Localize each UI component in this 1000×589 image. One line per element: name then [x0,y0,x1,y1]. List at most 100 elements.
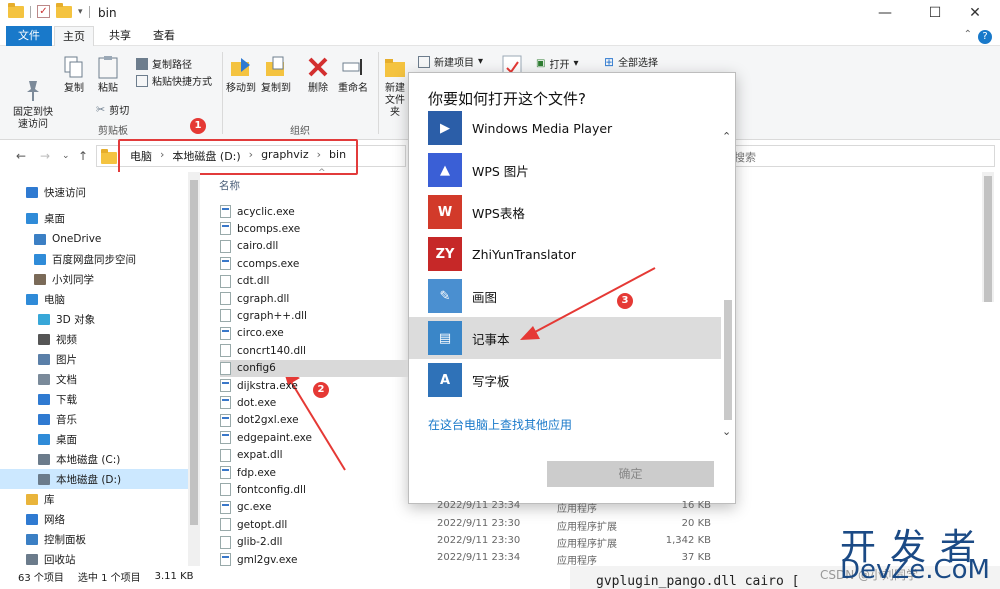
dll-file-icon [220,309,231,323]
selection-count: 选中 1 个项目 [77,572,141,584]
file-row[interactable]: concrt140.dll [220,342,306,359]
new-folder-icon[interactable] [56,2,72,18]
file-row[interactable]: getopt.dll [220,516,287,533]
group-separator [378,52,379,134]
properties-icon[interactable]: ✓ [37,5,50,18]
file-row[interactable]: glib-2.dll [220,534,282,551]
copy-to-button[interactable]: 复制到 [260,54,292,95]
file-row[interactable]: circo.exe [220,325,284,342]
file-row[interactable]: dot2gxl.exe [220,412,299,429]
file-row[interactable]: gml2gv.exe [220,551,298,568]
app-option[interactable]: ZY ZhiYunTranslator [409,233,721,275]
item-count: 63 个项目 [18,572,64,584]
nav-item[interactable]: 回收站 [0,549,188,569]
file-row[interactable]: acyclic.exe [220,203,295,220]
tab-home[interactable]: 主页 [54,26,94,46]
copy-path-button[interactable]: 复制路径 [136,56,192,71]
app-name: 画图 [472,289,498,305]
nav-item[interactable]: 桌面 [0,208,188,228]
file-row[interactable]: config6 [220,359,408,377]
nav-item[interactable]: 快速访问 [0,182,188,202]
app-option[interactable]: W WPS表格 [409,191,721,233]
nav-item[interactable]: 本地磁盘 (D:) [0,469,188,489]
collapse-ribbon-icon[interactable]: ⌃ [964,29,972,40]
move-to-button[interactable]: 移动到 [226,54,256,95]
nav-item[interactable]: 电脑 [0,289,188,309]
cut-button[interactable]: ✂ 剪切 [96,102,129,117]
app-option[interactable]: ▶ Windows Media Player [409,107,721,149]
list-scroll-thumb[interactable] [984,176,992,302]
copy-button[interactable]: 复制 [60,54,88,95]
pin-label: 固定到快 速访问 [13,107,53,130]
search-input[interactable] [720,145,995,167]
rename-button[interactable]: 重命名 [336,54,370,95]
close-button[interactable]: ✕ [952,0,998,26]
file-row[interactable]: dijkstra.exe [220,377,298,394]
dialog-scroll-thumb[interactable] [724,300,732,420]
scroll-up-icon[interactable]: ⌃ [722,130,731,143]
file-row[interactable]: cgraph++.dll [220,307,307,324]
tab-share[interactable]: 共享 [100,26,140,46]
select-all-button[interactable]: ⊞ 全部选择 [604,54,658,70]
help-icon[interactable]: ? [978,30,992,44]
nav-item-label: 桌面 [56,433,77,446]
file-row[interactable]: fontconfig.dll [220,481,306,498]
ok-button[interactable]: 确定 [547,461,714,487]
scroll-down-icon[interactable]: ⌄ [722,425,731,438]
app-option[interactable]: ▤ 记事本 [409,317,721,359]
app-option[interactable]: ▲ WPS 图片 [409,149,721,191]
column-header-name[interactable]: 名称 [219,178,240,193]
nav-item-label: 快速访问 [44,186,86,199]
more-apps-link[interactable]: 在这台电脑上查找其他应用 [428,416,572,433]
nav-scroll-thumb[interactable] [190,180,198,525]
nav-item[interactable]: 小刘同学 [0,269,188,289]
open-button[interactable]: ▣ 打开 ▾ [536,56,578,71]
new-folder-button[interactable]: 新建 文件夹 [382,54,408,119]
new-item-button[interactable]: 新建项目 ▾ [418,54,483,69]
nav-item[interactable]: 百度网盘同步空间 [0,249,188,269]
file-row[interactable]: gc.exe [220,499,271,516]
nav-item[interactable]: 视频 [0,329,188,349]
forward-icon[interactable]: → [40,149,50,163]
nav-item[interactable]: 下载 [0,389,188,409]
recent-locations-icon[interactable]: ⌄ [62,151,70,161]
nav-item[interactable]: 网络 [0,509,188,529]
delete-icon [305,54,331,80]
paste-shortcut-button[interactable]: 粘贴快捷方式 [136,73,212,88]
up-icon[interactable]: ↑ [78,149,88,163]
file-row[interactable]: bcomps.exe [220,220,300,237]
nav-item[interactable]: 图片 [0,349,188,369]
nav-item[interactable]: 控制面板 [0,529,188,549]
pin-quick-access-button[interactable]: 固定到快 速访问 [10,54,56,131]
nav-item[interactable]: 文档 [0,369,188,389]
dll-file-icon [220,239,231,253]
nav-item[interactable]: OneDrive [0,229,188,249]
file-row[interactable]: cairo.dll [220,238,278,255]
customize-qa-icon[interactable]: ▾ [78,7,83,17]
file-name: gc.exe [237,501,272,514]
minimize-button[interactable]: — [862,0,908,26]
back-icon[interactable]: ← [16,149,26,163]
file-row[interactable]: cgraph.dll [220,290,289,307]
nav-item[interactable]: 3D 对象 [0,309,188,329]
tab-view[interactable]: 查看 [144,26,184,46]
file-row[interactable]: fdp.exe [220,464,276,481]
open-icon: ▣ [536,58,546,69]
paste-button[interactable]: 粘贴 [94,54,122,95]
tab-file[interactable]: 文件 [6,26,52,46]
delete-button[interactable]: 删除 [304,54,332,95]
file-row[interactable]: edgepaint.exe [220,429,312,446]
file-row[interactable]: cdt.dll [220,273,269,290]
file-row[interactable]: dot.exe [220,394,276,411]
nav-item[interactable]: 库 [0,489,188,509]
file-row[interactable]: expat.dll [220,447,283,464]
nav-item-label: 电脑 [44,293,65,306]
nav-item[interactable]: 音乐 [0,409,188,429]
nav-item[interactable]: 桌面 [0,429,188,449]
app-option[interactable]: A 写字板 [409,359,721,401]
nav-item[interactable]: 本地磁盘 (C:) [0,449,188,469]
file-row[interactable]: ccomps.exe [220,255,299,272]
app-option[interactable]: ✎ 画图 [409,275,721,317]
exe-file-icon [220,553,231,566]
file-name: bcomps.exe [237,222,301,235]
